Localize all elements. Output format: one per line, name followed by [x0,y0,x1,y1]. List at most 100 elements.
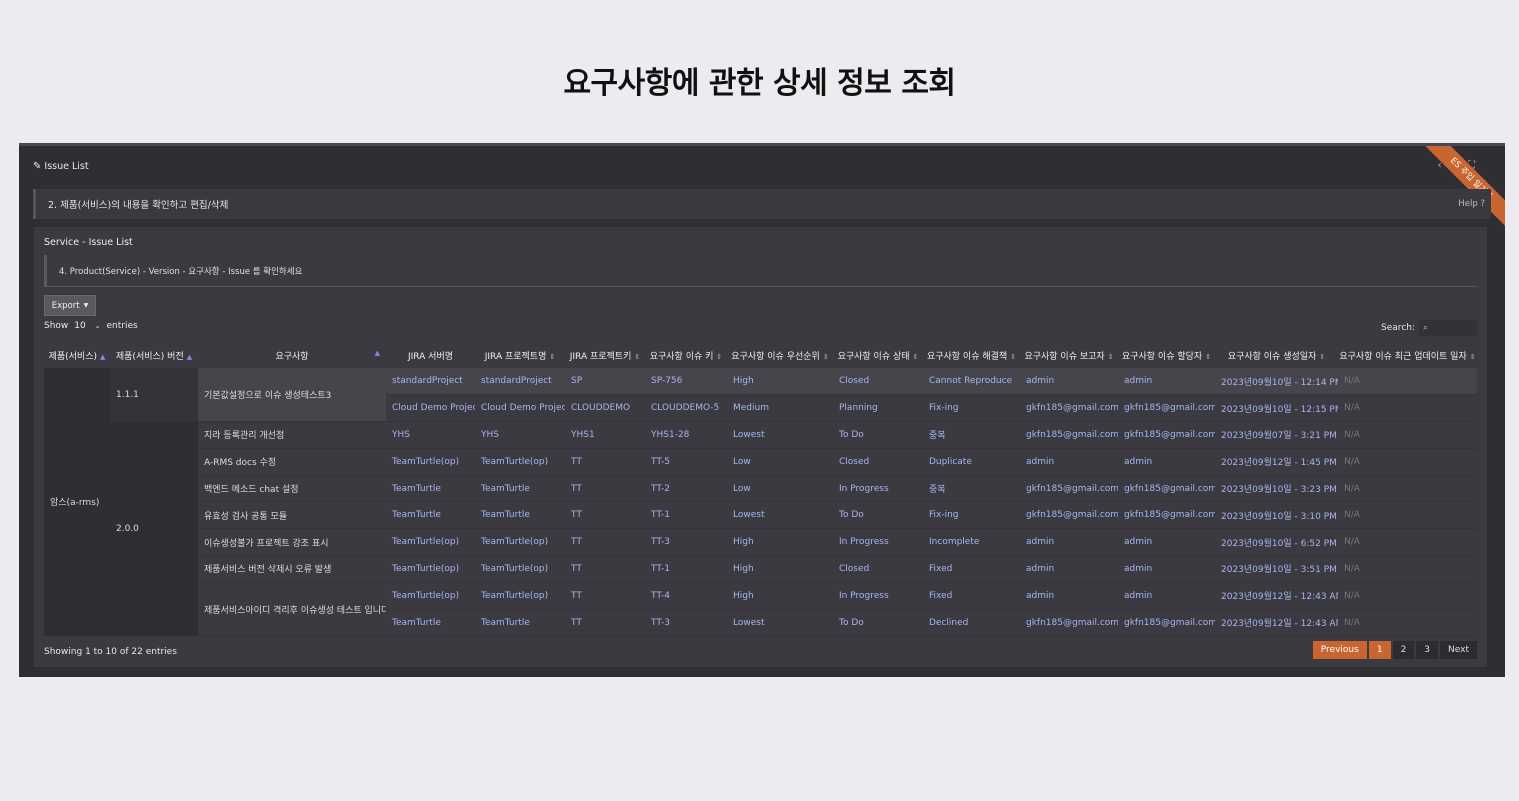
cell: 2023년09월10일 - 3:51 PM [1215,555,1338,583]
sort-icon: ⇕ [1107,352,1114,361]
cell: TT-4 [645,582,727,610]
card-title: Service - Issue List [44,237,133,248]
table-row[interactable]: 제품서비스 버전 삭제시 오류 발생 TeamTurtle(op) TeamTu… [44,555,1477,583]
cell: YHS1 [565,421,645,449]
breadcrumb-text: 4. Product(Service) - Version - 요구사항 - I… [59,266,303,277]
cell: admin [1118,528,1215,557]
cell: High [727,528,833,557]
column-header[interactable]: 요구사항 이슈 최근 업데이트 일자 ⇕ [1338,342,1477,368]
previous-button[interactable]: Previous [1312,641,1367,659]
requirement-cell: 제품서비스 버전 삭제시 오류 발생 [198,555,386,583]
help-link[interactable]: Help ? [1458,199,1485,209]
cell: TeamTurtle(op) [475,582,565,610]
cell: Duplicate [923,448,1020,476]
cell: YHS [475,421,565,449]
cell: TeamTurtle(op) [386,555,475,583]
cell: N/A [1338,501,1477,530]
table-row[interactable]: 암스(a-rms) 1.1.1 기본값설정으로 이슈 생성테스트3 standa… [44,368,1477,636]
version-cell: 1.1.1 [110,368,198,423]
cell: 중복 [923,475,1020,503]
issue-list-panel: ✎ Issue List ‹ ⌄ ⛶ ES 주입 일기준 2. 제품(서비스)의… [19,143,1505,677]
column-header[interactable]: 제품(서비스) ▲ [44,342,110,368]
panel-description: 2. 제품(서비스)의 내용을 확인하고 편집/삭제 Help ? [33,189,1491,219]
cell: Fix-ing [923,501,1020,530]
column-header[interactable]: JIRA 프로젝트키 ⇕ [565,342,645,368]
cell: 2023년09월12일 - 12:43 AM [1215,582,1338,610]
sort-icon: ⇕ [1319,352,1326,361]
header-label: 요구사항 이슈 해결책 [926,351,1008,362]
cell: N/A [1338,394,1477,423]
cell: High [727,582,833,610]
cell: N/A [1338,448,1477,476]
cell: TT-1 [645,501,727,530]
cell: TT [565,501,645,530]
cell: TeamTurtle(op) [386,448,475,476]
sort-asc-icon: ▲ [374,348,380,357]
column-header[interactable]: 요구사항 이슈 생성일자 ⇕ [1215,342,1338,368]
cell: TT [565,609,645,637]
column-header[interactable]: 요구사항 이슈 우선순위 ⇕ [727,342,833,368]
page-size-select[interactable]: 10 ⌄ [72,321,103,331]
header-label: 요구사항 이슈 생성일자 [1227,351,1317,362]
cell: 중복 [923,421,1020,449]
cell: 2023년09월10일 - 12:14 PM [1215,368,1338,396]
column-header[interactable]: JIRA 서버명 [386,342,475,368]
header-label: 제품(서비스) 버전 [115,351,184,362]
issue-list-card: Service - Issue List 4. Product(Service)… [34,227,1487,667]
search: Search: ⌕ [1381,320,1477,336]
cell: admin [1020,555,1118,583]
cell: Lowest [727,501,833,530]
table-row[interactable]: 백엔드 메소드 chat 설정 TeamTurtle TeamTurtle TT… [44,475,1477,503]
caret-down-icon: ▼ [83,302,89,309]
search-input[interactable]: ⌕ [1419,320,1477,336]
header-label: JIRA 서버명 [407,351,454,362]
sort-icon: ⇕ [912,352,919,361]
cell: Closed [833,368,923,396]
cell: Low [727,475,833,503]
cell: admin [1020,582,1118,610]
table-info: Showing 1 to 10 of 22 entries [44,647,177,657]
cell: admin [1118,582,1215,610]
table-row[interactable]: 제품서비스아이디 격리후 이슈생성 테스트 입니다. TeamTurtle(op… [44,582,1477,637]
table-row[interactable]: 2.0.0 지라 등록관리 개선점 YHS YHS YHS1 YHS1-28 L… [44,421,1477,636]
table-row[interactable]: A-RMS docs 수정 TeamTurtle(op) TeamTurtle(… [44,448,1477,476]
cell: High [727,555,833,583]
cell: standardProject [475,368,565,396]
cell: TeamTurtle [475,501,565,530]
column-header[interactable]: 요구사항 이슈 상태 ⇕ [833,342,923,368]
cell: Fixed [923,582,1020,610]
sort-icon: ⇕ [716,352,723,361]
page-button-2[interactable]: 2 [1392,641,1415,659]
cell: gkfn185@gmail.com [1020,475,1118,503]
cell: 2023년09월10일 - 3:10 PM [1215,501,1338,530]
column-header[interactable]: 요구사항 이슈 키 ⇕ [645,342,727,368]
cell: admin [1118,448,1215,476]
export-button[interactable]: Export ▼ [44,295,96,316]
table-row[interactable]: 이슈생성불가 프로젝트 강조 표시 TeamTurtle(op) TeamTur… [44,528,1477,557]
column-header[interactable]: JIRA 프로젝트명 ⇕ [475,342,565,368]
cell: gkfn185@gmail.com [1020,394,1118,423]
cell: To Do [833,501,923,530]
column-header[interactable]: 제품(서비스) 버전 ▲ [110,342,198,368]
table-row[interactable]: 유효성 검사 공통 모듈 TeamTurtle TeamTurtle TT TT… [44,501,1477,530]
column-header[interactable]: 요구사항 이슈 해결책 ⇕ [923,342,1020,368]
requirement-cell: 이슈생성불가 프로젝트 강조 표시 [198,528,386,557]
page-title: 요구사항에 관한 상세 정보 조회 [563,66,956,101]
cell: YHS [386,421,475,449]
column-header[interactable]: 요구사항 이슈 할당자 ⇕ [1118,342,1215,368]
page-button-1[interactable]: 1 [1368,641,1391,659]
column-header[interactable]: 요구사항 이슈 보고자 ⇕ [1020,342,1118,368]
pagination: Previous 1 2 3 Next [1312,641,1477,659]
cell: gkfn185@gmail.com [1118,609,1215,637]
show-label: Show [44,321,69,331]
cell: admin [1020,448,1118,476]
next-button[interactable]: Next [1440,641,1477,659]
cell: admin [1020,528,1118,557]
sort-icon: ⇕ [1205,352,1212,361]
cell: 2023년09월12일 - 1:45 PM [1215,448,1338,476]
cell: Planning [833,394,923,423]
column-header[interactable]: 요구사항 ▲ [198,342,386,368]
page-button-3[interactable]: 3 [1416,641,1439,659]
sort-asc-icon: ▲ [186,352,193,361]
cell: TT-1 [645,555,727,583]
